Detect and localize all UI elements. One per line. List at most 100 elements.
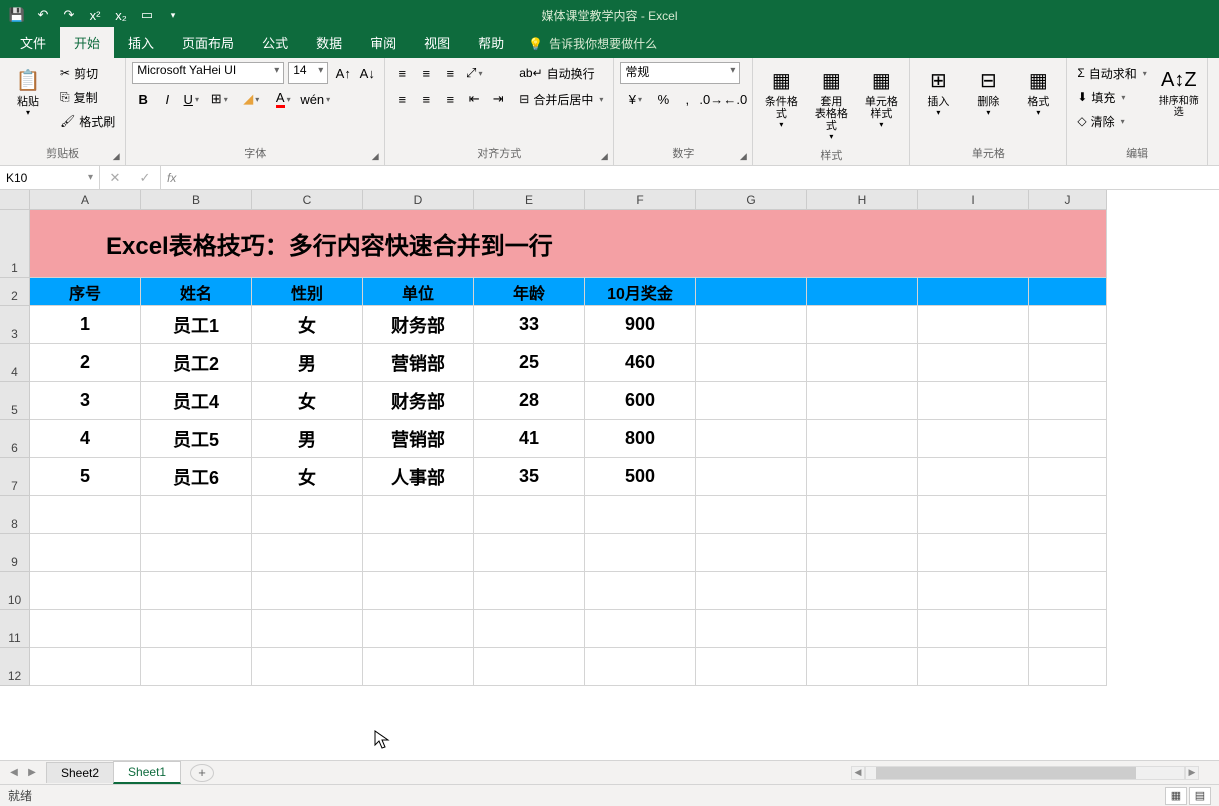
column-header-B[interactable]: B: [141, 190, 252, 210]
autosum-button[interactable]: Σ自动求和: [1073, 62, 1150, 84]
data-cell[interactable]: 男: [252, 420, 363, 458]
align-dialog-launcher[interactable]: ◢: [597, 149, 611, 163]
data-cell[interactable]: [1029, 420, 1107, 458]
formula-input[interactable]: fx: [161, 166, 1219, 189]
column-header-C[interactable]: C: [252, 190, 363, 210]
data-cell[interactable]: 900: [585, 306, 696, 344]
save-icon[interactable]: 💾: [6, 4, 28, 26]
data-cell[interactable]: [252, 496, 363, 534]
data-cell[interactable]: [918, 306, 1029, 344]
format-painter-button[interactable]: 🖌格式刷: [56, 110, 119, 132]
table-format-button[interactable]: ▦套用 表格格式▾: [809, 62, 853, 145]
fill-button[interactable]: ⬇填充: [1073, 86, 1150, 108]
header-cell[interactable]: 单位: [363, 278, 474, 306]
header-cell[interactable]: 10月奖金: [585, 278, 696, 306]
wrap-text-button[interactable]: ab↵自动换行: [515, 62, 607, 84]
data-cell[interactable]: [918, 610, 1029, 648]
data-cell[interactable]: [30, 534, 141, 572]
normal-view-icon[interactable]: ▦: [1165, 787, 1187, 805]
header-cell[interactable]: [1029, 278, 1107, 306]
row-header-12[interactable]: 12: [0, 648, 30, 686]
align-right-icon[interactable]: ≡: [439, 88, 461, 110]
sheet-nav-last-icon[interactable]: ▶: [24, 767, 40, 778]
data-cell[interactable]: 25: [474, 344, 585, 382]
undo-icon[interactable]: ↶: [32, 4, 54, 26]
data-cell[interactable]: [696, 610, 807, 648]
copy-button[interactable]: ⎘复制: [56, 86, 119, 108]
sort-filter-button[interactable]: A↕Z排序和筛选: [1157, 62, 1201, 122]
data-cell[interactable]: [696, 572, 807, 610]
paste-button[interactable]: 📋 粘贴 ▾: [6, 62, 50, 121]
data-cell[interactable]: [918, 344, 1029, 382]
increase-indent-icon[interactable]: ⇥: [487, 88, 509, 110]
subscript-icon[interactable]: x₂: [110, 4, 132, 26]
data-cell[interactable]: [141, 648, 252, 686]
data-cell[interactable]: 35: [474, 458, 585, 496]
row-header-11[interactable]: 11: [0, 610, 30, 648]
increase-decimal-icon[interactable]: .0→: [700, 88, 722, 110]
data-cell[interactable]: [363, 534, 474, 572]
clear-button[interactable]: ◇清除: [1073, 110, 1150, 132]
data-cell[interactable]: [30, 610, 141, 648]
comma-icon[interactable]: ,: [676, 88, 698, 110]
add-sheet-button[interactable]: +: [190, 764, 214, 782]
row-header-1[interactable]: 1: [0, 210, 30, 278]
data-cell[interactable]: [918, 458, 1029, 496]
align-middle-icon[interactable]: ≡: [415, 62, 437, 84]
data-cell[interactable]: [918, 572, 1029, 610]
data-cell[interactable]: [696, 420, 807, 458]
data-cell[interactable]: [363, 610, 474, 648]
data-cell[interactable]: [918, 382, 1029, 420]
data-cell[interactable]: 5: [30, 458, 141, 496]
tab-file[interactable]: 文件: [6, 27, 60, 58]
data-cell[interactable]: [1029, 534, 1107, 572]
qat-dropdown-icon[interactable]: ▾: [162, 4, 184, 26]
font-name-select[interactable]: Microsoft YaHei UI: [132, 62, 284, 84]
data-cell[interactable]: 女: [252, 458, 363, 496]
data-cell[interactable]: [1029, 572, 1107, 610]
data-cell[interactable]: 41: [474, 420, 585, 458]
data-cell[interactable]: 600: [585, 382, 696, 420]
column-header-I[interactable]: I: [918, 190, 1029, 210]
data-cell[interactable]: [918, 534, 1029, 572]
row-header-9[interactable]: 9: [0, 534, 30, 572]
bold-button[interactable]: B: [132, 88, 154, 110]
decrease-indent-icon[interactable]: ⇤: [463, 88, 485, 110]
data-cell[interactable]: [585, 648, 696, 686]
data-cell[interactable]: [1029, 496, 1107, 534]
tell-me[interactable]: 💡 告诉我你想要做什么: [518, 29, 667, 58]
tab-home[interactable]: 开始: [60, 27, 114, 58]
merge-center-button[interactable]: ⊟合并后居中: [515, 88, 607, 110]
data-cell[interactable]: 3: [30, 382, 141, 420]
header-cell[interactable]: 序号: [30, 278, 141, 306]
data-cell[interactable]: [807, 458, 918, 496]
data-cell[interactable]: [1029, 306, 1107, 344]
scroll-left-icon[interactable]: ◀: [851, 766, 865, 780]
confirm-formula-icon[interactable]: ✓: [130, 170, 160, 186]
tab-data[interactable]: 数据: [302, 27, 356, 58]
spreadsheet-grid[interactable]: ABCDEFGHIJ 123456789101112 Excel表格技巧：多行内…: [0, 190, 1219, 760]
font-size-select[interactable]: 14: [288, 62, 328, 84]
row-header-6[interactable]: 6: [0, 420, 30, 458]
data-cell[interactable]: 4: [30, 420, 141, 458]
page-layout-view-icon[interactable]: ▤: [1189, 787, 1211, 805]
data-cell[interactable]: 女: [252, 306, 363, 344]
column-header-A[interactable]: A: [30, 190, 141, 210]
data-cell[interactable]: [141, 534, 252, 572]
data-cell[interactable]: 33: [474, 306, 585, 344]
data-cell[interactable]: [696, 496, 807, 534]
data-cell[interactable]: [363, 648, 474, 686]
tab-review[interactable]: 审阅: [356, 27, 410, 58]
column-header-J[interactable]: J: [1029, 190, 1107, 210]
data-cell[interactable]: [252, 534, 363, 572]
data-cell[interactable]: [807, 610, 918, 648]
data-cell[interactable]: 员工1: [141, 306, 252, 344]
data-cell[interactable]: [474, 648, 585, 686]
number-dialog-launcher[interactable]: ◢: [736, 149, 750, 163]
data-cell[interactable]: 500: [585, 458, 696, 496]
italic-button[interactable]: I: [156, 88, 178, 110]
title-cell[interactable]: Excel表格技巧：多行内容快速合并到一行: [30, 210, 1107, 278]
data-cell[interactable]: [585, 496, 696, 534]
sheet-tab-sheet2[interactable]: Sheet2: [46, 762, 114, 783]
align-center-icon[interactable]: ≡: [415, 88, 437, 110]
